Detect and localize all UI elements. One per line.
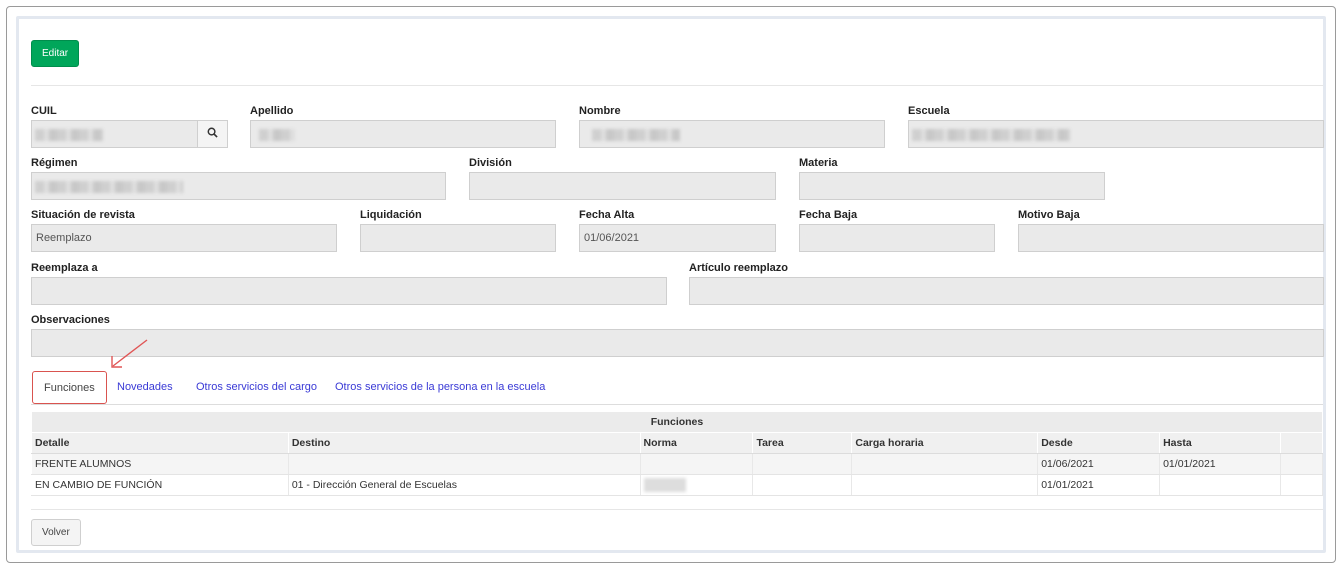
redacted-value xyxy=(35,129,103,141)
cuil-search-button[interactable] xyxy=(198,120,228,148)
fecha-alta-label: Fecha Alta xyxy=(579,209,635,221)
regimen-field[interactable] xyxy=(31,172,446,200)
arrow-annotation-icon xyxy=(111,339,148,368)
table-cell: FRENTE ALUMNOS xyxy=(31,453,289,475)
escuela-label: Escuela xyxy=(908,105,950,117)
column-header xyxy=(1280,432,1323,454)
table-cell xyxy=(752,474,853,496)
fecha-alta-field[interactable]: 01/06/2021 xyxy=(579,224,776,252)
column-header: Norma xyxy=(639,432,754,454)
table-cell: 01/01/2021 xyxy=(1159,453,1281,475)
cuil-label: CUIL xyxy=(31,105,57,117)
cuil-field[interactable] xyxy=(31,120,198,148)
motivo-baja-field[interactable] xyxy=(1018,224,1324,252)
tabs-bar: Funciones Novedades Otros servicios del … xyxy=(31,371,1323,405)
table-cell xyxy=(287,453,641,475)
division-field[interactable] xyxy=(469,172,776,200)
nombre-label: Nombre xyxy=(579,105,621,117)
motivo-baja-label: Motivo Baja xyxy=(1018,209,1080,221)
table-row[interactable]: FRENTE ALUMNOS 01/06/2021 01/01/2021 xyxy=(31,453,1323,475)
tab-funciones[interactable]: Funciones xyxy=(32,371,107,404)
column-header: Carga horaria xyxy=(851,432,1039,454)
situacion-field[interactable]: Reemplazo xyxy=(31,224,337,252)
observaciones-field[interactable] xyxy=(31,329,1324,357)
regimen-label: Régimen xyxy=(31,157,78,169)
table-cell xyxy=(1159,474,1281,496)
table-cell xyxy=(752,453,853,475)
column-header: Tarea xyxy=(752,432,853,454)
page-frame: Editar CUIL Apellido Nombre Escuela Régi… xyxy=(6,6,1336,563)
situacion-label: Situación de revista xyxy=(31,209,135,221)
materia-label: Materia xyxy=(799,157,838,169)
tab-novedades[interactable]: Novedades xyxy=(117,371,173,404)
reemplaza-field[interactable] xyxy=(31,277,667,305)
tab-otros-servicios-persona[interactable]: Otros servicios de la persona en la escu… xyxy=(335,371,545,404)
content-panel: Editar CUIL Apellido Nombre Escuela Régi… xyxy=(16,16,1326,553)
reemplaza-label: Reemplaza a xyxy=(31,262,98,274)
redacted-value xyxy=(35,181,183,193)
table-cell: 01/06/2021 xyxy=(1037,453,1161,475)
table-cell xyxy=(851,474,1039,496)
apellido-label: Apellido xyxy=(250,105,294,117)
materia-field[interactable] xyxy=(799,172,1105,200)
table-row[interactable]: EN CAMBIO DE FUNCIÓN 01 - Dirección Gene… xyxy=(31,474,1323,496)
articulo-label: Artículo reemplazo xyxy=(689,262,789,274)
fecha-baja-field[interactable] xyxy=(799,224,995,252)
liquidacion-label: Liquidación xyxy=(360,209,422,221)
table-cell xyxy=(1280,474,1323,496)
column-header: Desde xyxy=(1037,432,1161,454)
column-header: Hasta xyxy=(1159,432,1281,454)
redacted-value xyxy=(643,478,686,492)
table-cell xyxy=(639,453,754,475)
funciones-table: Funciones Detalle Destino Norma Tarea Ca… xyxy=(31,411,1323,496)
nombre-field[interactable] xyxy=(579,120,885,148)
table-cell: 01/01/2021 xyxy=(1037,474,1161,496)
table-cell xyxy=(1280,453,1323,475)
redacted-value xyxy=(259,129,295,141)
column-header: Destino xyxy=(287,432,641,454)
table-cell xyxy=(639,474,754,496)
redacted-value xyxy=(912,129,1070,141)
divider xyxy=(31,85,1323,86)
back-button[interactable]: Volver xyxy=(31,519,81,546)
table-cell: EN CAMBIO DE FUNCIÓN xyxy=(31,474,289,496)
edit-button[interactable]: Editar xyxy=(31,40,80,67)
table-cell: 01 - Dirección General de Escuelas xyxy=(287,474,641,496)
escuela-field[interactable] xyxy=(908,120,1324,148)
observaciones-label: Observaciones xyxy=(31,314,110,326)
articulo-field[interactable] xyxy=(689,277,1324,305)
tab-otros-servicios-cargo[interactable]: Otros servicios del cargo xyxy=(196,371,317,404)
division-label: División xyxy=(469,157,512,169)
search-icon xyxy=(207,127,218,141)
table-cell xyxy=(851,453,1039,475)
column-header: Detalle xyxy=(31,432,289,454)
liquidacion-field[interactable] xyxy=(360,224,556,252)
apellido-field[interactable] xyxy=(250,120,556,148)
divider xyxy=(31,509,1323,510)
redacted-value xyxy=(592,129,680,141)
fecha-baja-label: Fecha Baja xyxy=(799,209,858,221)
table-caption: Funciones xyxy=(31,411,1323,433)
